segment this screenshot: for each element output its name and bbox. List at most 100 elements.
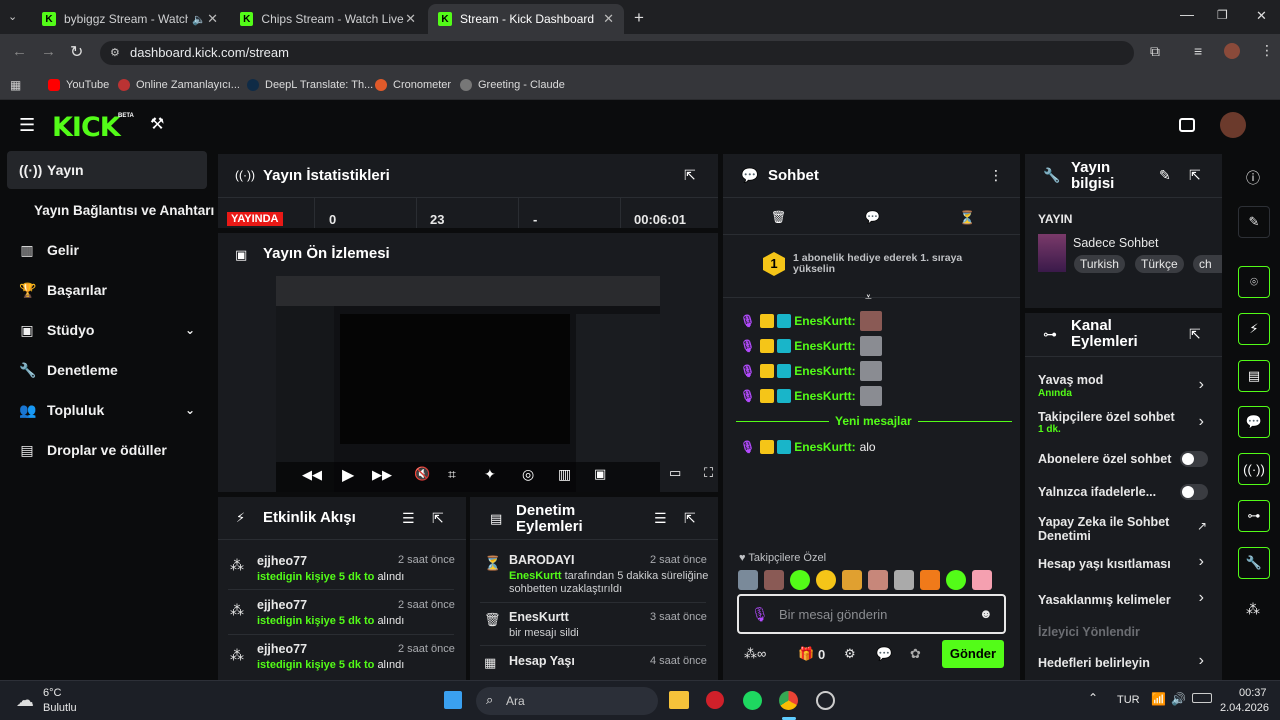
hamburger-menu-icon[interactable]: ☰	[19, 115, 35, 136]
popout-icon[interactable]: ⇱	[1189, 326, 1201, 343]
sparkle-icon[interactable]: ✦	[484, 466, 496, 483]
maximize-button[interactable]: ❐	[1217, 8, 1228, 22]
emote-icon[interactable]	[816, 570, 836, 590]
site-info-icon[interactable]: ⚙	[110, 41, 120, 65]
chat-username[interactable]: EnesKurtt:	[794, 339, 855, 353]
clock-time[interactable]: 00:37	[1239, 687, 1267, 699]
lightning-tool-icon[interactable]: ⚡	[1238, 313, 1270, 345]
wifi-icon[interactable]: 📶	[1151, 692, 1166, 706]
emotes-only-toggle[interactable]	[1180, 484, 1208, 500]
points-tool-icon[interactable]: ⁂	[1246, 601, 1260, 618]
stats-icon[interactable]: ▥	[558, 466, 571, 483]
camera-tool-icon[interactable]: ⌾	[1238, 266, 1270, 298]
emote-icon[interactable]	[738, 570, 758, 590]
bookmark-timer[interactable]: Online Zamanlayıcı...	[118, 79, 240, 91]
sidebar-item-topluluk[interactable]: 👥 Topluluk ⌄	[7, 391, 207, 429]
emote-icon[interactable]	[920, 570, 940, 590]
bookmark-deepl[interactable]: DeepL Translate: Th...	[247, 79, 373, 91]
fullscreen-icon[interactable]: ⛶	[704, 465, 713, 481]
external-link-icon[interactable]: ↗	[1197, 519, 1207, 533]
wrench-tool-icon[interactable]: 🔧	[1238, 547, 1270, 579]
tools-icon[interactable]: ⚒	[150, 114, 164, 134]
tab-search-icon[interactable]: ⌄	[8, 10, 17, 23]
popout-icon[interactable]: ⇱	[684, 167, 696, 184]
sidebar-item-gelir[interactable]: ▥ Gelir	[7, 231, 207, 269]
sidebar-item-yayin[interactable]: ((·)) Yayın	[7, 151, 207, 189]
browser-tab-chips[interactable]: K Chips Stream - Watch Live on K ✕	[230, 4, 426, 34]
category-name[interactable]: Sadece Sohbet	[1073, 236, 1159, 250]
channel-tool-icon[interactable]: ⊶	[1238, 500, 1270, 532]
minimize-button[interactable]: —	[1180, 6, 1194, 22]
sidebar-item-studyo[interactable]: ▣ Stüdyo ⌄	[7, 311, 207, 349]
mute-icon[interactable]: 🔇	[414, 466, 430, 482]
info-icon[interactable]: ⓘ	[1246, 168, 1260, 188]
close-tab-icon[interactable]: ✕	[405, 11, 416, 27]
forward-icon[interactable]: →	[41, 43, 56, 60]
document-tool-icon[interactable]: ▤	[1238, 360, 1270, 392]
hourglass-icon[interactable]: ⏳	[959, 210, 975, 226]
profile-avatar[interactable]	[1224, 43, 1240, 59]
popout-icon[interactable]: ⇱	[432, 510, 444, 527]
play-icon[interactable]: ▶	[342, 465, 354, 485]
url-bar[interactable]: ⚙ dashboard.kick.com/stream	[100, 41, 1134, 65]
language-indicator[interactable]: TUR	[1117, 694, 1140, 706]
chat-input-box[interactable]: 🎙 Bir mesaj gönderin ☻	[737, 594, 1006, 634]
browser-tab-bybiggz[interactable]: K bybiggz Stream - Watch Liv 🔈 ✕	[32, 4, 228, 34]
kick-coin-icon[interactable]: ✿	[910, 646, 921, 662]
settings-gear-icon[interactable]: ⚙	[844, 646, 856, 662]
browser-menu-icon[interactable]: ⋮	[1260, 42, 1274, 59]
sidebar-item-droplar[interactable]: ▤ Droplar ve ödüller	[7, 431, 207, 469]
emoji-picker-icon[interactable]: ☻	[979, 606, 993, 621]
tag-chip[interactable]: ch	[1193, 255, 1222, 273]
chevron-up-icon[interactable]: ⌃	[1088, 691, 1098, 705]
sidebar-item-basarilar[interactable]: 🏆 Başarılar	[7, 271, 207, 309]
points-icon[interactable]: ⁂∞	[744, 646, 766, 662]
file-explorer-icon[interactable]	[669, 691, 689, 709]
sidebar-item-stream-key[interactable]: Yayın Bağlantısı ve Anahtarı	[22, 191, 214, 229]
user-avatar[interactable]	[1220, 112, 1246, 138]
clock-date[interactable]: 2.04.2026	[1220, 702, 1269, 714]
close-tab-icon[interactable]: ✕	[603, 11, 614, 27]
bookmark-youtube[interactable]: YouTube	[48, 79, 109, 91]
action-label[interactable]: Hesap yaşı kısıtlaması	[1038, 557, 1171, 571]
theater-mode-icon[interactable]: ▭	[669, 465, 681, 481]
weather-cloud-icon[interactable]: ☁	[16, 690, 34, 711]
edit-pencil-icon[interactable]: ✎	[1238, 206, 1270, 238]
pip-icon[interactable]: ▣	[594, 466, 606, 482]
close-window-button[interactable]: ✕	[1256, 8, 1267, 24]
emote-icon[interactable]	[764, 570, 784, 590]
popout-icon[interactable]: ⇱	[1189, 167, 1201, 184]
new-tab-button[interactable]: +	[634, 8, 644, 28]
bookmark-claude[interactable]: Greeting - Claude	[460, 79, 565, 91]
emote-icon[interactable]	[946, 570, 966, 590]
preview-video[interactable]: ▶ ◀◀ ▶▶ 🔇 ⌗ ✦ ◎ ▥ ▣ ▭	[276, 276, 660, 492]
filter-icon[interactable]: ☰	[654, 510, 667, 527]
action-label[interactable]: Hedefleri belirleyin	[1038, 656, 1150, 670]
app-red-icon[interactable]	[706, 691, 724, 709]
more-options-icon[interactable]: ⋮	[989, 167, 1003, 184]
chat-username[interactable]: EnesKurtt:	[794, 364, 855, 378]
popout-icon[interactable]: ⇱	[684, 510, 696, 527]
chat-username[interactable]: EnesKurtt:	[794, 389, 855, 403]
speed-icon[interactable]: ◎	[522, 466, 534, 483]
chat-bubble-icon[interactable]: 💬	[865, 210, 880, 224]
chat-bubble-icon[interactable]: 💬	[876, 646, 892, 662]
battery-icon[interactable]	[1192, 693, 1212, 703]
tag-chip[interactable]: Türkçe	[1135, 255, 1184, 273]
start-windows-icon[interactable]	[444, 691, 462, 709]
media-control-icon[interactable]: ≡	[1194, 43, 1202, 59]
chrome-icon[interactable]	[779, 691, 798, 710]
filter-icon[interactable]: ☰	[402, 510, 415, 527]
broadcast-tool-icon[interactable]: ((·))	[1238, 453, 1270, 485]
emote-icon[interactable]	[868, 570, 888, 590]
emote-icon[interactable]	[842, 570, 862, 590]
volume-icon[interactable]: 🔊	[1171, 692, 1186, 706]
subscribers-only-toggle[interactable]	[1180, 451, 1208, 467]
chat-username[interactable]: EnesKurtt:	[794, 314, 855, 328]
trash-icon[interactable]: 🗑	[771, 210, 786, 224]
tag-chip[interactable]: Turkish	[1074, 255, 1125, 273]
rewind-icon[interactable]: ◀◀	[302, 467, 322, 483]
scroll-down-icon[interactable]: ⩡	[865, 290, 872, 305]
extensions-icon[interactable]: ⧉	[1150, 43, 1160, 60]
close-tab-icon[interactable]: ✕	[207, 11, 218, 27]
